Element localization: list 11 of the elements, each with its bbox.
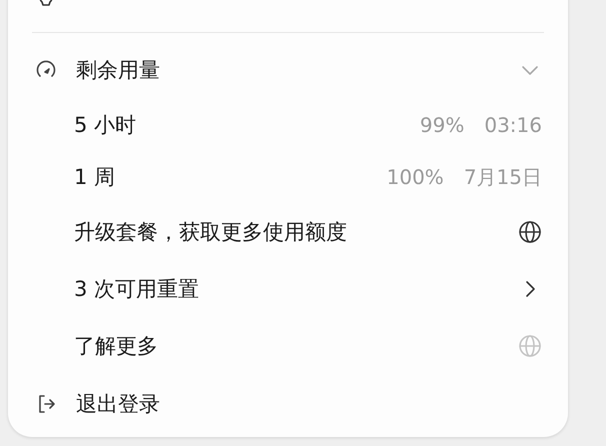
usage-label: 5 小时: [73, 112, 138, 139]
reset-time: 03:16: [484, 113, 542, 137]
menu-item-label[interactable]: 3 次可用重置: [34, 274, 518, 302]
menu-item-label[interactable]: 退出登录: [76, 390, 542, 418]
menu-item-label[interactable]: 升级套餐，获取更多使用额度: [34, 218, 518, 246]
usage-percent: 99%: [420, 113, 464, 137]
menu-item-label[interactable]: 了解更多: [34, 332, 518, 360]
section-title[interactable]: 剩余用量: [76, 56, 518, 84]
usage-percent: 100%: [386, 165, 444, 189]
reset-time: 7月15日: [464, 164, 542, 190]
usage-label: 1 周: [73, 164, 116, 191]
